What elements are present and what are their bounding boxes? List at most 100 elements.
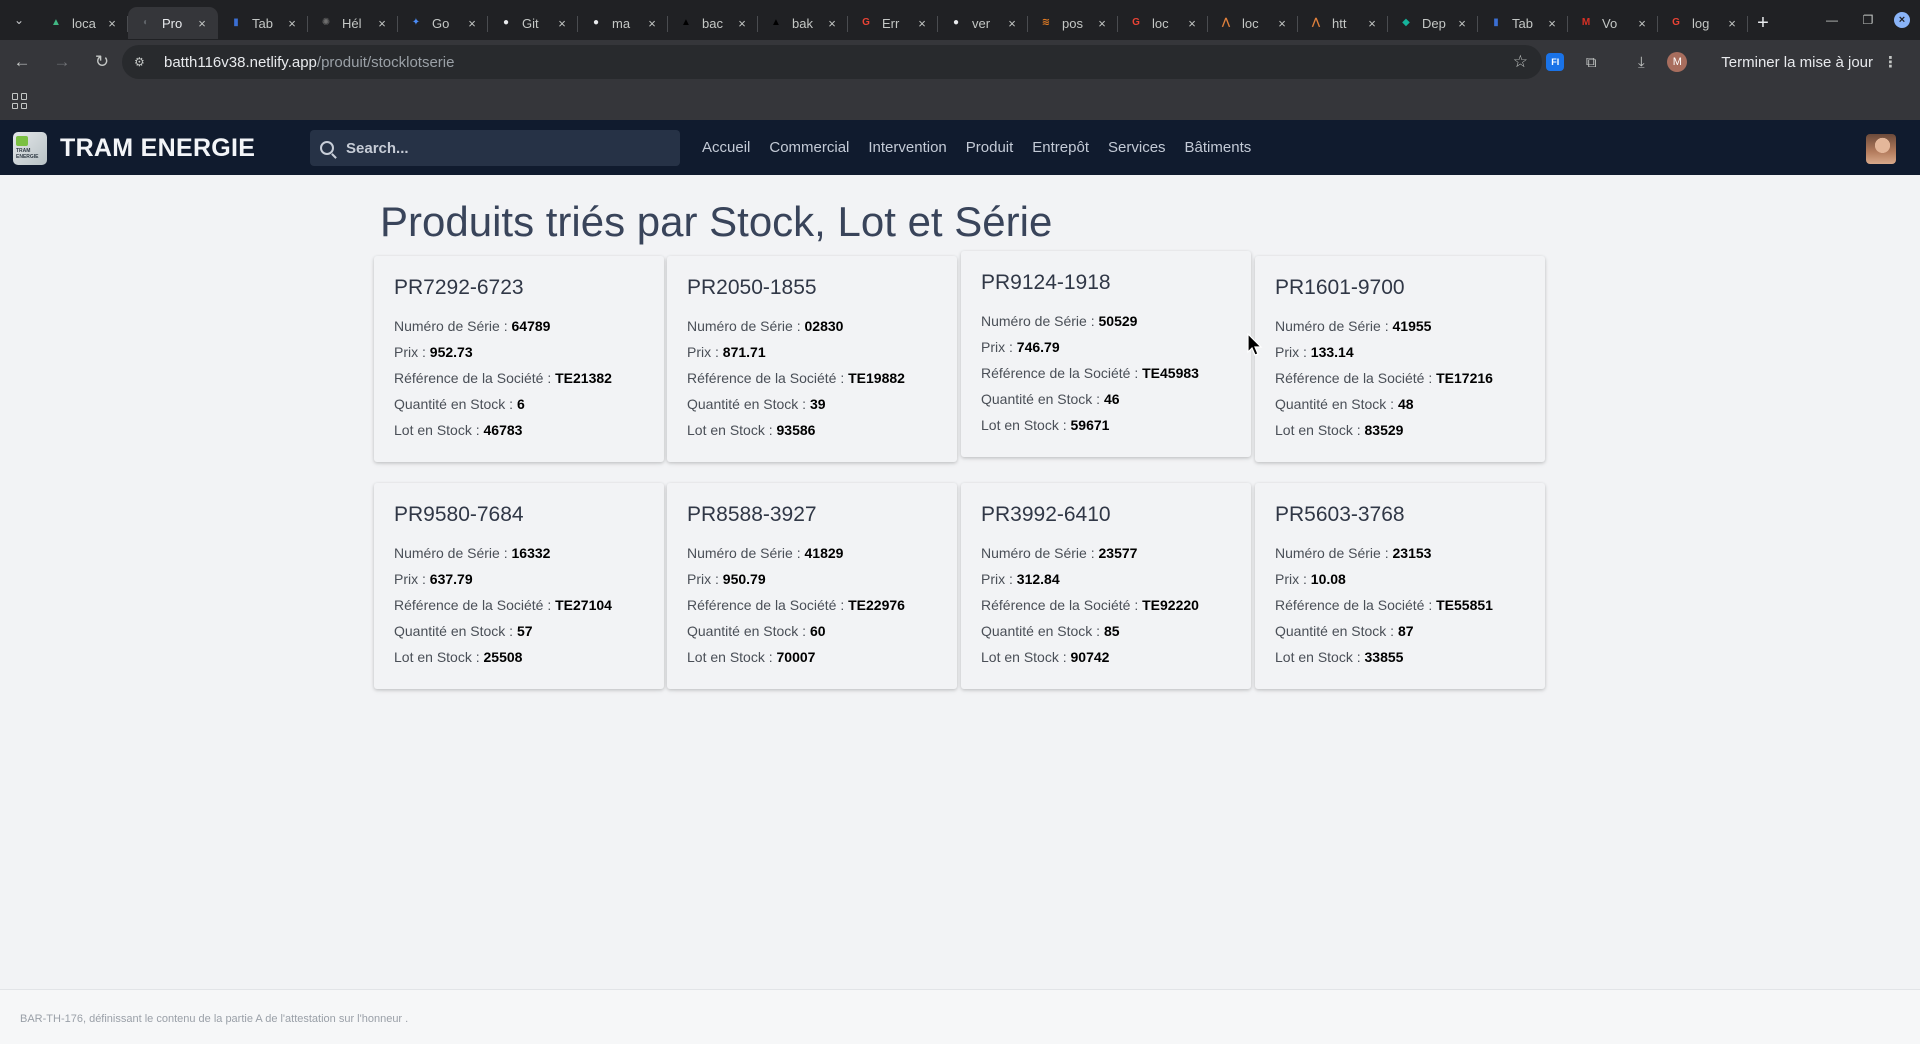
browser-tab[interactable]: ● Git × [488, 7, 578, 39]
company-logo[interactable]: TRAM ENERGIE [13, 132, 47, 165]
browser-tab[interactable]: ⋀ loc × [1208, 7, 1298, 39]
search-input[interactable] [346, 139, 666, 157]
tab-favicon-icon: ▮ [1493, 17, 1499, 28]
product-lot-row: Lot en Stock : 46783 [394, 417, 664, 443]
product-card[interactable]: PR2050-1855 Numéro de Série : 02830 Prix :… [667, 256, 957, 462]
tab-close-icon[interactable]: × [914, 16, 930, 31]
product-qty-label: Quantité en Stock : [1275, 396, 1398, 412]
tab-close-icon[interactable]: × [1634, 16, 1650, 31]
browser-tab[interactable]: ▲ bac × [668, 7, 758, 39]
product-lot-label: Lot en Stock : [1275, 649, 1365, 665]
product-serial-label: Numéro de Série : [981, 313, 1099, 329]
browser-tab[interactable]: ● ma × [578, 7, 668, 39]
product-ref-value: TE17216 [1436, 370, 1493, 386]
extension-fi-icon[interactable]: FI [1537, 53, 1573, 71]
nav-item[interactable]: Commercial [769, 139, 849, 156]
tab-close-icon[interactable]: × [1724, 16, 1740, 31]
address-bar[interactable]: ⚙ batth116v38.netlify.app/produit/stockl… [122, 45, 1542, 79]
browser-tab[interactable]: Gloc × [1118, 7, 1208, 39]
product-qty-label: Quantité en Stock : [1275, 623, 1398, 639]
browser-tab[interactable]: ● ver × [938, 7, 1028, 39]
minimize-icon[interactable]: — [1814, 13, 1850, 27]
browser-tab[interactable]: ▲ loca × [38, 7, 128, 39]
site-info-icon[interactable]: ⚙ [134, 55, 152, 69]
tab-close-icon[interactable]: × [644, 16, 660, 31]
product-serial-value: 02830 [804, 318, 844, 334]
tab-close-icon[interactable]: × [374, 16, 390, 31]
tab-close-icon[interactable]: × [1364, 16, 1380, 31]
product-card[interactable]: PR8588-3927 Numéro de Série : 41829 Prix :… [667, 483, 957, 689]
update-button[interactable]: Terminer la mise à jour ⋮ [1707, 46, 1908, 78]
tab-favicon-icon: G [862, 17, 870, 28]
tab-close-icon[interactable]: × [734, 16, 750, 31]
browser-tab[interactable]: ▮ Tab × [1478, 7, 1568, 39]
product-serial-row: Numéro de Série : 02830 [687, 313, 957, 339]
product-price-row: Prix : 10.08 [1275, 566, 1545, 592]
tab-favicon-icon: ▲ [51, 17, 61, 28]
product-price-row: Prix : 871.71 [687, 339, 957, 365]
user-avatar[interactable] [1866, 134, 1896, 164]
back-button[interactable]: ← [4, 44, 40, 80]
reload-button[interactable]: ↻ [84, 44, 120, 80]
tab-list: ▲ loca × ◐ Pro × ▮ Tab × ✺ Hél × ✦ Go × ● Git × ● ma × ▲ bac × ▲… [38, 0, 1748, 40]
apps-grid-icon[interactable] [12, 93, 28, 109]
nav-item[interactable]: Intervention [868, 139, 946, 156]
profile-avatar[interactable]: M [1659, 52, 1695, 72]
product-lot-value: 25508 [483, 649, 523, 665]
product-qty-value: 39 [809, 396, 826, 412]
forward-button[interactable]: → [44, 44, 80, 80]
browser-tab[interactable]: ✦ Go × [398, 7, 488, 39]
nav-item[interactable]: Accueil [702, 139, 750, 156]
tab-close-icon[interactable]: × [194, 16, 210, 31]
browser-tab[interactable]: ≋ pos × [1028, 7, 1118, 39]
tab-close-icon[interactable]: × [284, 16, 300, 31]
tab-close-icon[interactable]: × [1004, 16, 1020, 31]
bookmark-star-icon[interactable]: ☆ [1513, 52, 1528, 72]
product-card[interactable]: PR9124-1918 Numéro de Série : 50529 Prix :… [961, 251, 1251, 457]
browser-tab[interactable]: ▲ bak × [758, 7, 848, 39]
product-qty-row: Quantité en Stock : 46 [981, 386, 1251, 412]
product-card[interactable]: PR9580-7684 Numéro de Série : 16332 Prix :… [374, 483, 664, 689]
tab-favicon-icon: ✦ [411, 17, 421, 28]
tab-close-icon[interactable]: × [104, 16, 120, 31]
new-tab-button[interactable]: + [1748, 7, 1778, 39]
product-qty-label: Quantité en Stock : [394, 396, 517, 412]
tab-close-icon[interactable]: × [824, 16, 840, 31]
tab-title: Go [432, 15, 450, 31]
download-icon[interactable]: ⤓ [1623, 54, 1659, 71]
brand-name[interactable]: TRAM ENERGIE [60, 134, 255, 163]
product-lot-value: 70007 [776, 649, 816, 665]
browser-tab[interactable]: ◐ Pro × [128, 7, 218, 39]
browser-tab[interactable]: ▮ Tab × [218, 7, 308, 39]
tab-close-icon[interactable]: × [1274, 16, 1290, 31]
product-ref-row: Référence de la Société : TE22976 [687, 592, 957, 618]
nav-item[interactable]: Services [1108, 139, 1166, 156]
product-card[interactable]: PR1601-9700 Numéro de Série : 41955 Prix :… [1255, 256, 1545, 462]
nav-item[interactable]: Entrepôt [1032, 139, 1089, 156]
tab-close-icon[interactable]: × [1454, 16, 1470, 31]
nav-item[interactable]: Produit [966, 139, 1014, 156]
tab-search-chevron-icon[interactable]: ⌄ [0, 0, 38, 40]
menu-kebab-icon[interactable]: ⋮ [1883, 53, 1898, 71]
tab-close-icon[interactable]: × [1544, 16, 1560, 31]
tab-close-icon[interactable]: × [1184, 16, 1200, 31]
browser-tab[interactable]: Glog × [1658, 7, 1748, 39]
product-card[interactable]: PR7292-6723 Numéro de Série : 64789 Prix :… [374, 256, 664, 462]
browser-tab[interactable]: M Vo × [1568, 7, 1658, 39]
tab-close-icon[interactable]: × [554, 16, 570, 31]
extensions-puzzle-icon[interactable]: ⧉ [1573, 54, 1609, 71]
tab-close-icon[interactable]: × [1094, 16, 1110, 31]
product-card[interactable]: PR3992-6410 Numéro de Série : 23577 Prix :… [961, 483, 1251, 689]
restore-icon[interactable]: ❐ [1850, 13, 1886, 27]
nav-item[interactable]: Bâtiments [1185, 139, 1252, 156]
browser-tab[interactable]: G Err × [848, 7, 938, 39]
browser-tab[interactable]: ✺ Hél × [308, 7, 398, 39]
browser-tab[interactable]: ⋀ htt × [1298, 7, 1388, 39]
tab-title: log [1692, 15, 1710, 31]
product-price-label: Prix : [394, 571, 430, 587]
browser-tab[interactable]: ◆ Dep × [1388, 7, 1478, 39]
tab-close-icon[interactable]: × [464, 16, 480, 31]
product-card[interactable]: PR5603-3768 Numéro de Série : 23153 Prix :… [1255, 483, 1545, 689]
close-window-icon[interactable]: × [1894, 12, 1910, 28]
tab-favicon-icon: ▲ [771, 17, 781, 28]
